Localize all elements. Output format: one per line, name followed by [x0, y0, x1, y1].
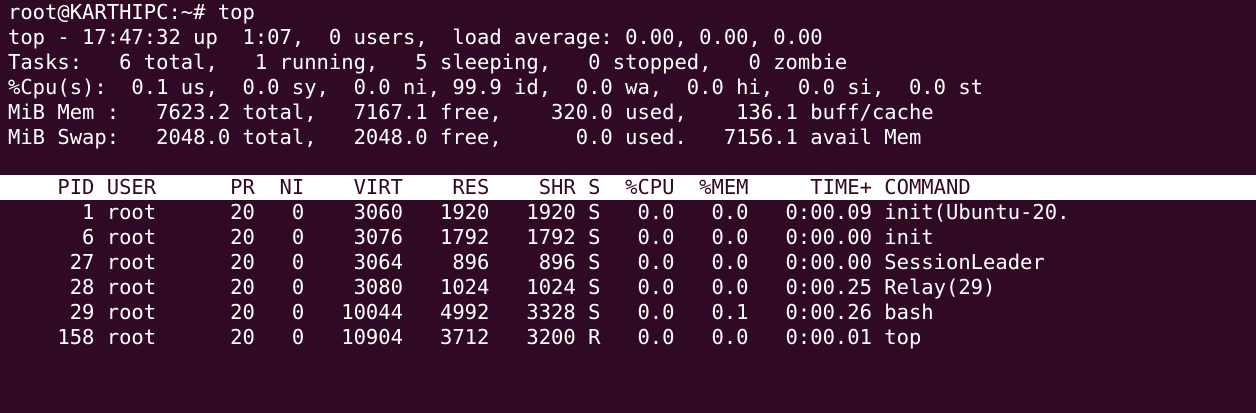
process-row: 28 root 20 0 3080 1024 1024 S 0.0 0.0 0:… — [8, 275, 996, 299]
process-row: 6 root 20 0 3076 1792 1792 S 0.0 0.0 0:0… — [8, 225, 934, 249]
process-table-header: PID USER PR NI VIRT RES SHR S %CPU %MEM … — [0, 175, 1256, 200]
command-prompt-line: root@KARTHIPC:~# top — [8, 0, 255, 24]
swap-summary: MiB Swap: 2048.0 total, 2048.0 free, 0.0… — [8, 125, 922, 149]
process-row: 27 root 20 0 3064 896 896 S 0.0 0.0 0:00… — [8, 250, 1045, 274]
process-row: 1 root 20 0 3060 1920 1920 S 0.0 0.0 0:0… — [8, 200, 1070, 224]
process-row: 158 root 20 0 10904 3712 3200 R 0.0 0.0 … — [8, 325, 922, 349]
uptime-load-summary: top - 17:47:32 up 1:07, 0 users, load av… — [8, 25, 823, 49]
tasks-summary: Tasks: 6 total, 1 running, 5 sleeping, 0… — [8, 50, 848, 74]
process-row: 29 root 20 0 10044 4992 3328 S 0.0 0.1 0… — [8, 300, 934, 324]
cpu-summary: %Cpu(s): 0.1 us, 0.0 sy, 0.0 ni, 99.9 id… — [8, 75, 984, 99]
memory-summary: MiB Mem : 7623.2 total, 7167.1 free, 320… — [8, 100, 934, 124]
terminal-window[interactable]: root@KARTHIPC:~# top top - 17:47:32 up 1… — [0, 0, 1256, 413]
